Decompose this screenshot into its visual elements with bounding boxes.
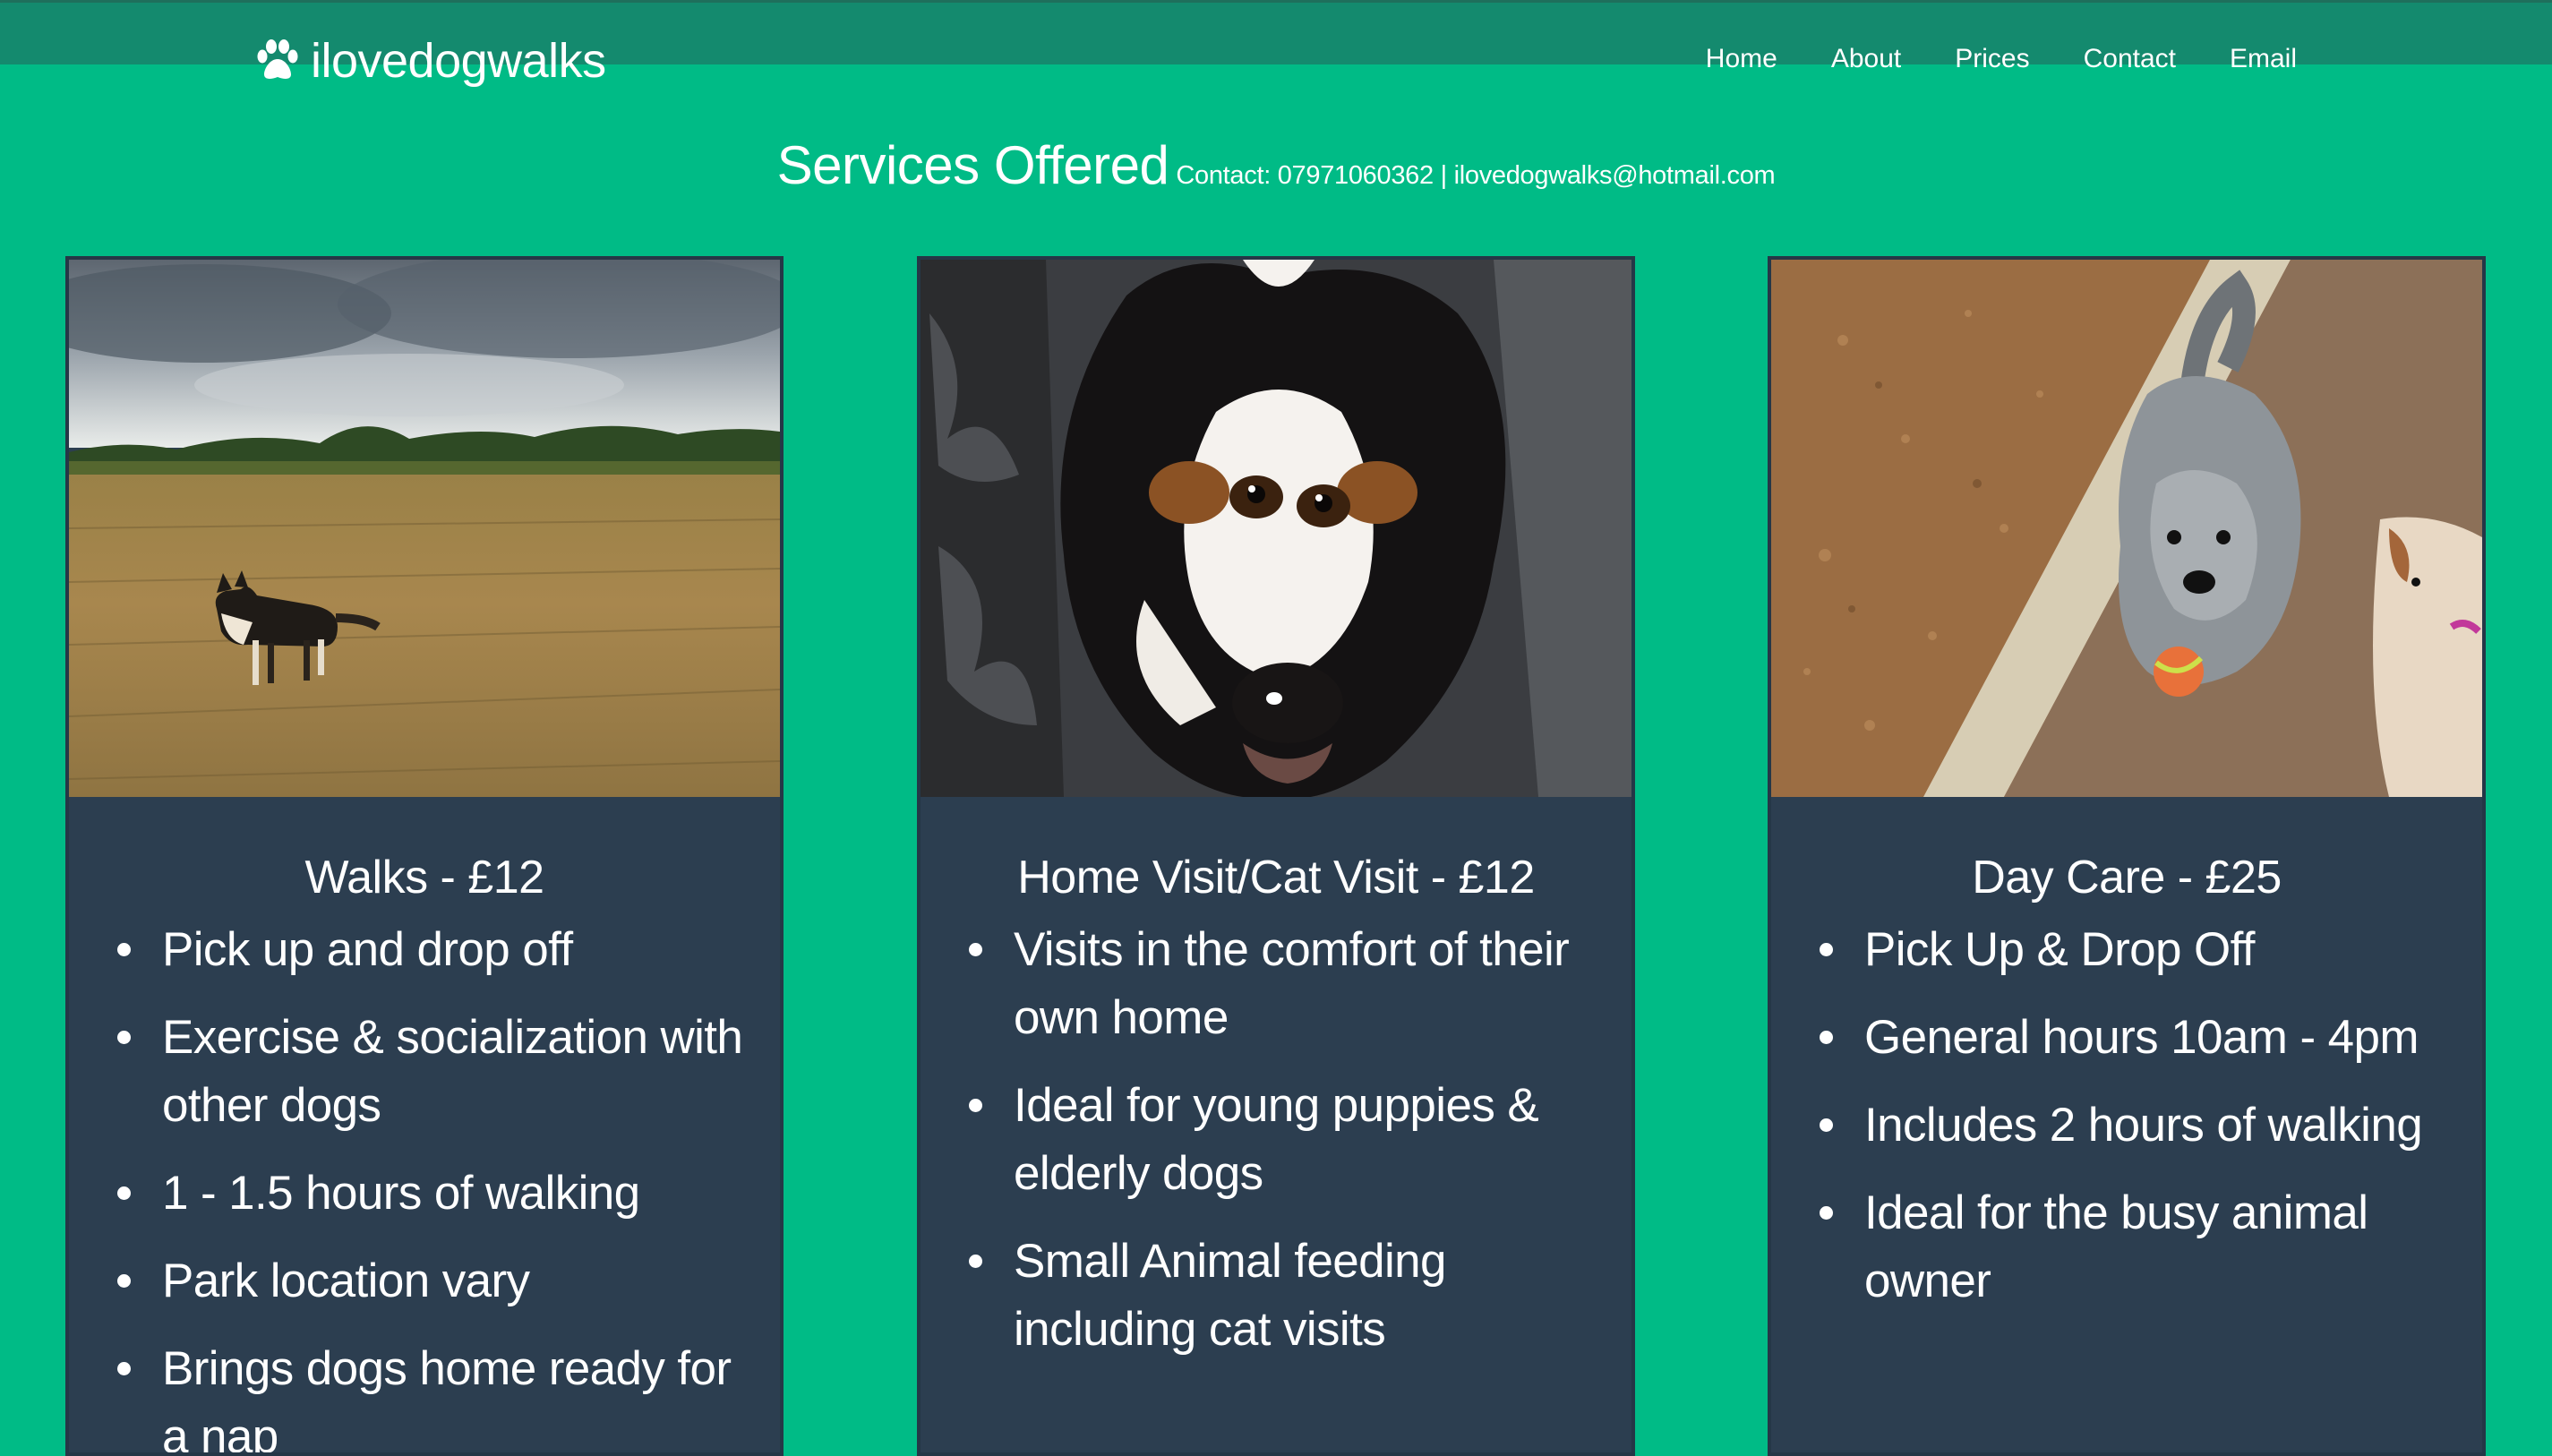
list-item: 1 - 1.5 hours of walking	[117, 1160, 762, 1228]
list-item: General hours 10am - 4pm	[1820, 1004, 2464, 1072]
list-item: Pick Up & Drop Off	[1820, 916, 2464, 984]
service-card-day-care: Day Care - £25 Pick Up & Drop Off Genera…	[1768, 256, 2486, 1456]
nav-menu: Home About Prices Contact Email	[1679, 37, 2297, 81]
dog-in-field-photo	[69, 260, 780, 797]
service-features: Visits in the comfort of their own home …	[921, 916, 1631, 1364]
service-features: Pick up and drop off Exercise & socializ…	[69, 916, 780, 1452]
list-item: Ideal for the busy animal owner	[1820, 1179, 2464, 1315]
navbar: ilovedogwalks Home About Prices Contact …	[0, 0, 2552, 88]
service-card-walks: Walks - £12 Pick up and drop off Exercis…	[65, 256, 784, 1456]
brand-name: ilovedogwalks	[311, 34, 606, 88]
list-item: Ideal for young puppies & elderly dogs	[969, 1072, 1614, 1208]
nav-email[interactable]: Email	[2203, 37, 2297, 81]
service-card-home-visit: Home Visit/Cat Visit - £12 Visits in the…	[917, 256, 1635, 1456]
contact-info: Contact: 07971060362 | ilovedogwalks@hot…	[1176, 161, 1776, 190]
service-title: Home Visit/Cat Visit - £12	[1017, 852, 1535, 904]
dog-closeup-photo	[921, 260, 1631, 797]
page-title: Services Offered	[776, 135, 1169, 195]
list-item: Includes 2 hours of walking	[1820, 1092, 2464, 1160]
brand-link[interactable]: ilovedogwalks	[253, 30, 606, 92]
list-item: Pick up and drop off	[117, 916, 762, 984]
nav-prices[interactable]: Prices	[1928, 37, 2056, 81]
list-item: Small Animal feeding including cat visit…	[969, 1228, 1614, 1364]
nav-contact[interactable]: Contact	[2057, 37, 2203, 81]
service-features: Pick Up & Drop Off General hours 10am - …	[1771, 916, 2482, 1315]
list-item: Exercise & socialization with other dogs	[117, 1004, 762, 1140]
list-item: Park location vary	[117, 1247, 762, 1315]
list-item: Brings dogs home ready for a nap	[117, 1335, 762, 1452]
heading-row: Services Offered Contact: 07971060362 | …	[0, 134, 2552, 196]
service-title: Walks - £12	[304, 852, 544, 904]
nav-about[interactable]: About	[1804, 37, 1928, 81]
list-item: Visits in the comfort of their own home	[969, 916, 1614, 1052]
paw-icon	[257, 39, 298, 79]
nav-home[interactable]: Home	[1679, 37, 1804, 81]
dogs-with-ball-photo	[1771, 260, 2482, 797]
service-title: Day Care - £25	[1972, 852, 2282, 904]
